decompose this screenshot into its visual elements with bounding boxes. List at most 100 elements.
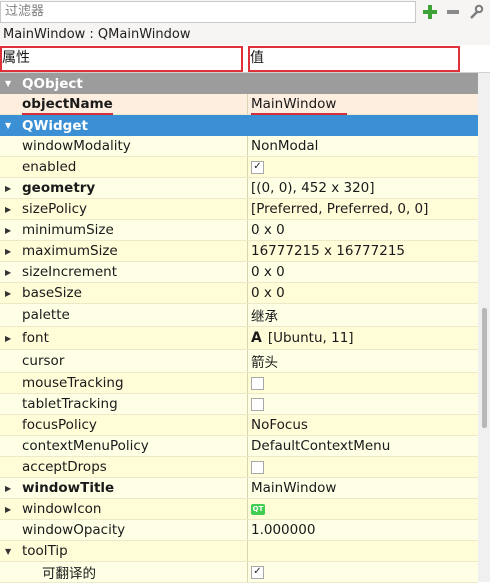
property-name: enabled	[22, 159, 77, 175]
property-value[interactable]: 1.000000	[251, 520, 315, 540]
property-row[interactable]: acceptDrops	[0, 457, 478, 478]
column-divider	[247, 241, 248, 261]
property-value[interactable]: DefaultContextMenu	[251, 436, 390, 456]
property-value[interactable]: ✓	[251, 157, 264, 177]
property-row[interactable]: 可翻译的 ✓	[0, 562, 478, 583]
value-text: 0 x 0	[251, 222, 285, 238]
property-name: mouseTracking	[22, 375, 124, 391]
property-table: ▼ QObject objectName MainWindow ▼ QWidget wind…	[0, 73, 478, 583]
property-row[interactable]: windowModality NonModal	[0, 136, 478, 157]
value-text: NonModal	[251, 138, 319, 154]
filter-input[interactable]: 过滤器	[0, 1, 416, 23]
column-divider	[247, 562, 248, 582]
value-text: [(0, 0), 452 x 320]	[251, 180, 375, 196]
property-value[interactable]: NoFocus	[251, 415, 308, 435]
expand-right-icon[interactable]: ▶	[5, 220, 11, 240]
expand-right-icon[interactable]: ▶	[5, 262, 11, 282]
header-value-highlight	[248, 46, 460, 72]
column-divider	[247, 262, 248, 282]
property-value[interactable]: A [Ubuntu, 11]	[251, 327, 354, 349]
add-dynamic-property-button[interactable]	[420, 2, 440, 22]
expand-right-icon[interactable]: ▶	[5, 283, 11, 303]
column-divider	[247, 457, 248, 477]
column-divider	[247, 283, 248, 303]
property-row[interactable]: enabled ✓	[0, 157, 478, 178]
expand-right-icon[interactable]: ▶	[5, 478, 11, 498]
property-name: windowIcon	[22, 501, 102, 517]
property-value[interactable]: MainWindow	[251, 94, 336, 114]
property-name: focusPolicy	[22, 417, 97, 433]
property-value[interactable]: NonModal	[251, 136, 318, 156]
value-text: [Ubuntu, 11]	[267, 330, 354, 346]
font-icon: A	[251, 330, 262, 346]
property-name: contextMenuPolicy	[22, 438, 149, 454]
property-value[interactable]	[251, 457, 264, 477]
property-value[interactable]: [(0, 0), 452 x 320]	[251, 178, 375, 198]
group-row[interactable]: ▼ QWidget	[0, 115, 478, 136]
value-text: NoFocus	[251, 417, 308, 433]
column-divider	[247, 394, 248, 414]
unchecked-checkbox[interactable]	[251, 460, 264, 474]
checked-checkbox[interactable]: ✓	[251, 160, 264, 174]
group-row[interactable]: ▼ QObject	[0, 73, 478, 94]
property-row[interactable]: cursor 箭头	[0, 350, 478, 373]
property-value[interactable]: 16777215 x 16777215	[251, 241, 405, 261]
property-row[interactable]: mouseTracking	[0, 373, 478, 394]
property-row[interactable]: ▶ baseSize 0 x 0	[0, 283, 478, 304]
property-row[interactable]: ▶ sizePolicy [Preferred, Preferred, 0, 0]	[0, 199, 478, 220]
value-text: [Preferred, Preferred, 0, 0]	[251, 201, 429, 217]
qt-icon: QT	[251, 503, 265, 515]
column-divider	[247, 199, 248, 219]
property-row[interactable]: ▶ geometry [(0, 0), 452 x 320]	[0, 178, 478, 199]
property-name: palette	[22, 307, 70, 323]
scrollbar-thumb[interactable]	[482, 308, 487, 428]
property-value[interactable]: [Preferred, Preferred, 0, 0]	[251, 199, 428, 219]
expand-down-icon[interactable]: ▼	[5, 541, 11, 561]
property-value[interactable]: 0 x 0	[251, 220, 285, 240]
minus-icon	[447, 10, 459, 14]
property-value[interactable]: ✓	[251, 562, 264, 582]
property-value[interactable]: QT	[251, 499, 265, 519]
expand-right-icon[interactable]: ▶	[5, 199, 11, 219]
property-row[interactable]: ▶ sizeIncrement 0 x 0	[0, 262, 478, 283]
property-row[interactable]: ▶ maximumSize 16777215 x 16777215	[0, 241, 478, 262]
property-value[interactable]: 0 x 0	[251, 262, 285, 282]
column-divider	[247, 415, 248, 435]
column-divider	[247, 327, 248, 349]
unchecked-checkbox[interactable]	[251, 397, 264, 411]
expand-down-icon[interactable]: ▼	[5, 73, 11, 94]
column-divider	[247, 94, 248, 114]
property-row[interactable]: windowOpacity 1.000000	[0, 520, 478, 541]
expand-right-icon[interactable]: ▶	[5, 241, 11, 261]
property-name: windowModality	[22, 138, 131, 154]
property-row[interactable]: ▶ font A [Ubuntu, 11]	[0, 327, 478, 350]
expand-right-icon[interactable]: ▶	[5, 178, 11, 198]
expand-down-icon[interactable]: ▼	[5, 115, 11, 136]
expand-right-icon[interactable]: ▶	[5, 327, 11, 349]
property-row[interactable]: palette 继承	[0, 304, 478, 327]
checked-checkbox[interactable]: ✓	[251, 565, 264, 579]
property-value[interactable]	[251, 373, 264, 393]
value-text: MainWindow	[251, 96, 337, 112]
property-name: baseSize	[22, 285, 82, 301]
property-value[interactable]	[251, 394, 264, 414]
property-name: cursor	[22, 353, 65, 369]
property-row[interactable]: contextMenuPolicy DefaultContextMenu	[0, 436, 478, 457]
property-row[interactable]: ▶ windowTitle MainWindow	[0, 478, 478, 499]
property-value[interactable]: 箭头	[251, 350, 278, 372]
header-property-highlight	[0, 46, 243, 72]
configure-button[interactable]	[466, 2, 486, 22]
property-row[interactable]: focusPolicy NoFocus	[0, 415, 478, 436]
property-row[interactable]: ▶ windowIcon QT	[0, 499, 478, 520]
unchecked-checkbox[interactable]	[251, 376, 264, 390]
property-value[interactable]: 继承	[251, 304, 278, 326]
property-row[interactable]: ▼ toolTip	[0, 541, 478, 562]
property-row[interactable]: tabletTracking	[0, 394, 478, 415]
property-name: QWidget	[22, 117, 88, 134]
property-row[interactable]: ▶ minimumSize 0 x 0	[0, 220, 478, 241]
remove-dynamic-property-button[interactable]	[443, 2, 463, 22]
property-value[interactable]: 0 x 0	[251, 283, 285, 303]
expand-right-icon[interactable]: ▶	[5, 499, 11, 519]
property-row[interactable]: objectName MainWindow	[0, 94, 478, 115]
property-value[interactable]: MainWindow	[251, 478, 336, 498]
